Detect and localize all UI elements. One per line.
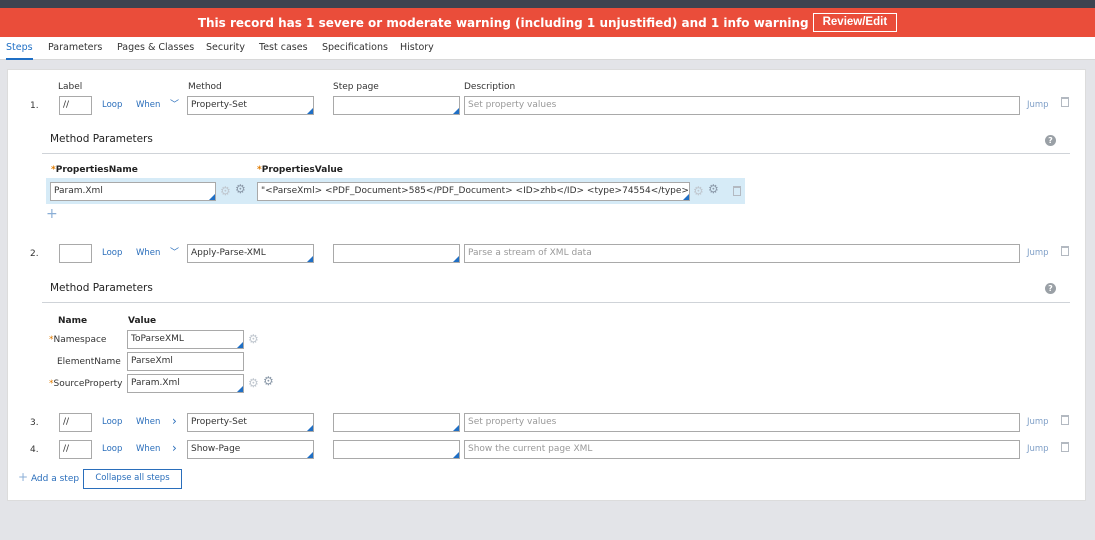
method-field[interactable]: Apply-Parse-XML	[187, 244, 314, 263]
chevron-right-icon[interactable]: ›	[172, 414, 177, 428]
properties-value-label: PropertiesValue	[261, 165, 343, 175]
add-step-label: Add a step	[30, 474, 80, 484]
tab-history[interactable]: History	[400, 37, 434, 60]
gear-icon[interactable]: ⚙	[220, 185, 231, 197]
step-page-field[interactable]	[333, 440, 460, 459]
gear-icon[interactable]: ⚙	[235, 183, 246, 195]
step-number: 3.	[30, 418, 39, 428]
jump-link[interactable]: Jump	[1027, 248, 1049, 258]
loop-link[interactable]: Loop	[102, 444, 122, 454]
tab-steps[interactable]: Steps	[6, 37, 33, 60]
step-number: 2.	[30, 249, 39, 259]
gear-icon[interactable]: ⚙	[248, 333, 259, 345]
review-edit-button[interactable]: Review/Edit	[812, 13, 898, 32]
trash-icon[interactable]	[1061, 246, 1069, 256]
warning-message: This record has 1 severe or moderate war…	[197, 15, 809, 30]
trash-icon[interactable]	[1061, 97, 1069, 107]
add-step-link[interactable]: + Add a step	[18, 470, 79, 484]
description-header: Description	[464, 82, 516, 92]
gear-icon[interactable]: ⚙	[708, 183, 719, 195]
description-field[interactable]: Set property values	[464, 96, 1020, 115]
param-value-field[interactable]: Param.Xml	[127, 374, 244, 393]
method-parameters-title: Method Parameters	[50, 282, 153, 294]
tab-specifications[interactable]: Specifications	[322, 37, 388, 60]
help-icon[interactable]: ?	[1045, 283, 1056, 294]
tab-pages-classes[interactable]: Pages & Classes	[117, 37, 194, 60]
when-link[interactable]: When	[136, 100, 160, 110]
step-number: 1.	[30, 101, 39, 111]
top-bar	[0, 0, 1095, 8]
step-page-header: Step page	[333, 82, 379, 92]
properties-name-header: *PropertiesName	[51, 165, 138, 175]
tab-parameters[interactable]: Parameters	[48, 37, 102, 60]
help-icon[interactable]: ?	[1045, 135, 1056, 146]
gear-icon[interactable]: ⚙	[263, 375, 274, 387]
loop-link[interactable]: Loop	[102, 248, 122, 258]
label-field[interactable]: //	[59, 440, 92, 459]
gear-icon[interactable]: ⚙	[693, 185, 704, 197]
param-name-label: Namespace	[53, 335, 107, 345]
step-page-field[interactable]	[333, 413, 460, 432]
properties-value-header: *PropertiesValue	[257, 165, 343, 175]
value-header: Value	[128, 316, 157, 326]
properties-name-label: PropertiesName	[55, 165, 138, 175]
method-header: Method	[188, 82, 222, 92]
when-link[interactable]: When	[136, 417, 160, 427]
loop-link[interactable]: Loop	[102, 100, 122, 110]
steps-panel: Label Method Step page Description 1. //…	[7, 69, 1086, 501]
section-divider	[42, 302, 1070, 303]
method-field[interactable]: Property-Set	[187, 413, 314, 432]
name-header: Name	[58, 316, 88, 326]
chevron-right-icon[interactable]: ›	[172, 441, 177, 455]
description-field[interactable]: Set property values	[464, 413, 1020, 432]
loop-link[interactable]: Loop	[102, 417, 122, 427]
properties-name-field[interactable]: Param.Xml	[50, 182, 216, 201]
label-header: Label	[58, 82, 83, 92]
chevron-down-icon[interactable]: ﹀	[170, 245, 179, 258]
warning-banner: This record has 1 severe or moderate war…	[0, 8, 1095, 37]
chevron-down-icon[interactable]: ﹀	[170, 97, 179, 110]
gear-icon[interactable]: ⚙	[248, 377, 259, 389]
label-field[interactable]	[59, 244, 92, 263]
param-name: *Namespace	[49, 335, 106, 345]
tab-security[interactable]: Security	[206, 37, 245, 60]
description-field[interactable]: Show the current page XML	[464, 440, 1020, 459]
label-field[interactable]: //	[59, 413, 92, 432]
trash-icon[interactable]	[733, 186, 741, 196]
label-field[interactable]: //	[59, 96, 92, 115]
method-field[interactable]: Property-Set	[187, 96, 314, 115]
step-page-field[interactable]	[333, 96, 460, 115]
jump-link[interactable]: Jump	[1027, 417, 1049, 427]
trash-icon[interactable]	[1061, 415, 1069, 425]
param-value-field[interactable]: ToParseXML	[127, 330, 244, 349]
step-page-field[interactable]	[333, 244, 460, 263]
tab-test-cases[interactable]: Test cases	[259, 37, 308, 60]
trash-icon[interactable]	[1061, 442, 1069, 452]
param-name: ElementName	[57, 357, 121, 367]
when-link[interactable]: When	[136, 248, 160, 258]
plus-icon: +	[18, 470, 29, 484]
method-field[interactable]: Show-Page	[187, 440, 314, 459]
properties-value-field[interactable]: "<ParseXml> <PDF_Document>585</PDF_Docum…	[257, 182, 690, 201]
when-link[interactable]: When	[136, 444, 160, 454]
param-name-label: SourceProperty	[53, 379, 123, 389]
jump-link[interactable]: Jump	[1027, 444, 1049, 454]
collapse-all-steps-button[interactable]: Collapse all steps	[83, 469, 182, 489]
param-value-field[interactable]: ParseXml	[127, 352, 244, 371]
description-field[interactable]: Parse a stream of XML data	[464, 244, 1020, 263]
add-parameter-icon[interactable]: +	[46, 206, 58, 222]
step-number: 4.	[30, 445, 39, 455]
method-parameters-title: Method Parameters	[50, 133, 153, 145]
jump-link[interactable]: Jump	[1027, 100, 1049, 110]
param-name: *SourceProperty	[49, 379, 123, 389]
section-divider	[42, 153, 1070, 154]
tab-bar: Steps Parameters Pages & Classes Securit…	[0, 37, 1095, 60]
